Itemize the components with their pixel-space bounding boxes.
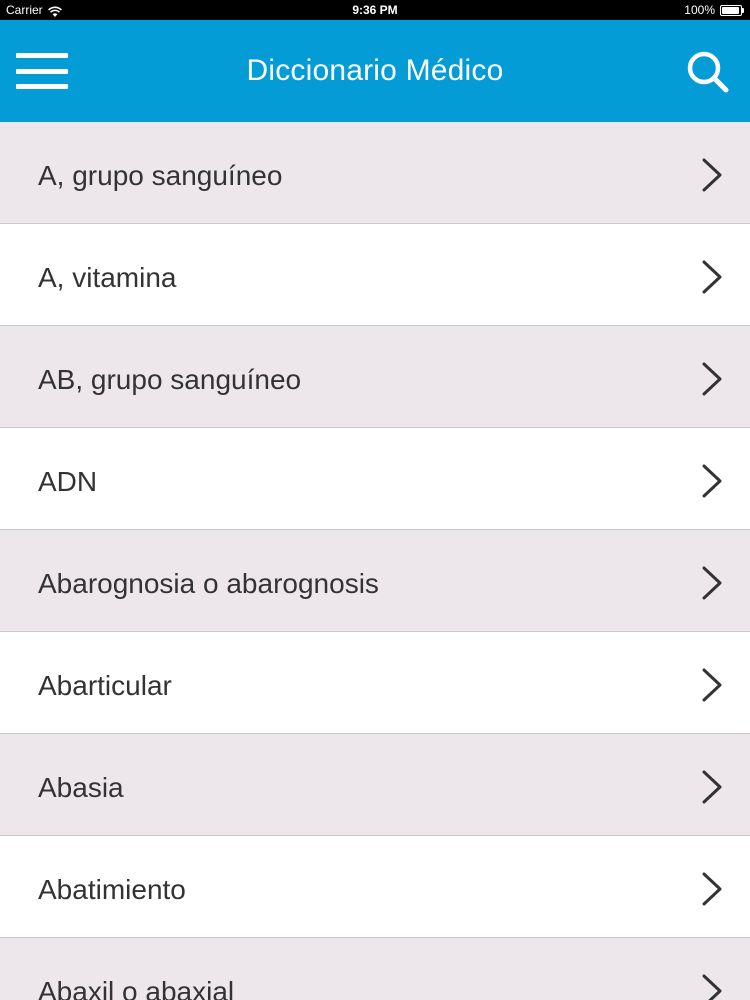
screen: Carrier 9:36 PM 100% Diccionario Médico … — [0, 0, 750, 1000]
list-item-label: Abatimiento — [38, 874, 186, 905]
list-item[interactable]: A, vitamina — [0, 224, 750, 326]
chevron-right-icon — [700, 566, 724, 600]
list-item-label: A, grupo sanguíneo — [38, 160, 283, 191]
page-title: Diccionario Médico — [246, 54, 504, 87]
battery-percent: 100% — [684, 3, 715, 17]
chevron-right-icon — [700, 668, 724, 702]
navigation-bar: Diccionario Médico — [0, 20, 750, 122]
chevron-right-icon — [700, 974, 724, 1000]
list-item[interactable]: Abasia — [0, 734, 750, 836]
list-item-label: Abasia — [38, 772, 124, 803]
chevron-right-icon — [700, 260, 724, 294]
list-item-label: Abaxil o abaxial — [38, 976, 235, 1000]
chevron-right-icon — [700, 872, 724, 906]
chevron-right-icon — [700, 362, 724, 396]
list-item-label: Abarognosia o abarognosis — [38, 568, 379, 599]
list-item-label: AB, grupo sanguíneo — [38, 364, 302, 395]
list-item[interactable]: Abatimiento — [0, 836, 750, 938]
list-item[interactable]: Abarognosia o abarognosis — [0, 530, 750, 632]
status-bar: Carrier 9:36 PM 100% — [0, 0, 750, 20]
status-time: 9:36 PM — [352, 3, 398, 17]
list-item[interactable]: ADN — [0, 428, 750, 530]
chevron-right-icon — [700, 158, 724, 192]
list-item[interactable]: AB, grupo sanguíneo — [0, 326, 750, 428]
battery-icon — [720, 4, 744, 16]
chevron-right-icon — [700, 770, 724, 804]
list-item[interactable]: Abarticular — [0, 632, 750, 734]
chevron-right-icon — [700, 464, 724, 498]
search-icon[interactable] — [686, 50, 730, 94]
list-item-label: Abarticular — [38, 670, 172, 701]
list-item-label: ADN — [38, 466, 98, 497]
list-item[interactable]: Abaxil o abaxial — [0, 938, 750, 1000]
list-item-label: A, vitamina — [38, 262, 177, 293]
list-item[interactable]: A, grupo sanguíneo — [0, 122, 750, 224]
status-right: 100% — [684, 0, 744, 20]
term-list: A, grupo sanguíneo A, vitamina AB, grupo… — [0, 122, 750, 1000]
